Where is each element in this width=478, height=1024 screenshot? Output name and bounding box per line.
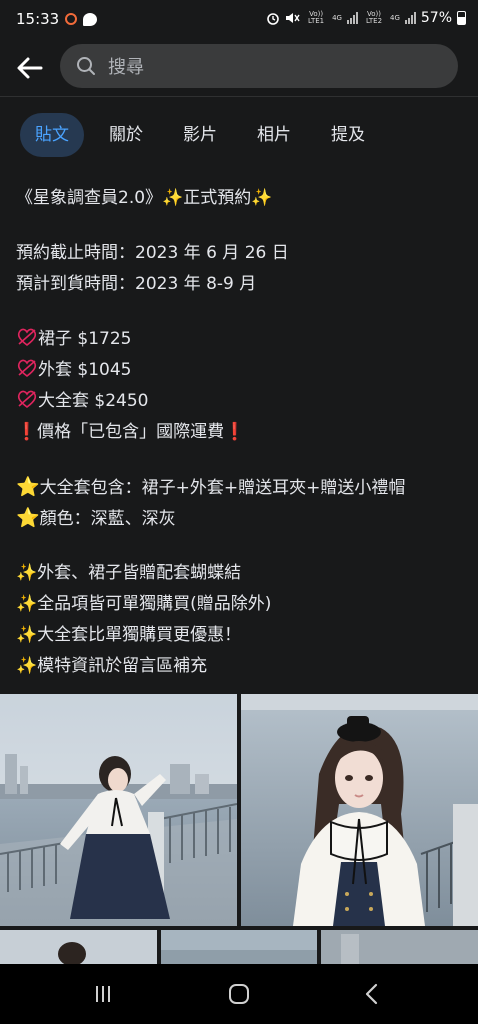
price-full-set: 大全套 $2450	[38, 391, 149, 411]
photo-thumbnail-image	[161, 930, 317, 964]
sparkles-icon: ✨	[162, 188, 184, 208]
shipping-line: ❗價格「已包含」國際運費❗	[16, 417, 468, 448]
colors-line: ⭐顏色：深藍、深灰	[16, 503, 468, 534]
post-photo-grid	[0, 694, 478, 964]
shipping-note: 價格「已包含」國際運費	[37, 422, 225, 442]
tab-posts[interactable]: 貼文	[20, 113, 84, 157]
back-button[interactable]	[14, 52, 46, 84]
arrival-text: 預計到貨時間：2023 年 8-9 月	[16, 274, 257, 294]
search-placeholder: 搜尋	[108, 57, 144, 78]
star-icon: ⭐	[16, 507, 40, 529]
alarm-icon	[267, 13, 279, 25]
price-line: 裙子 $1725	[16, 324, 468, 355]
arrow-left-icon	[17, 57, 43, 79]
search-icon	[77, 57, 95, 75]
note-text: 外套、裙子皆贈配套蝴蝶結	[37, 563, 242, 583]
note-line: ✨大全套比單獨購買更優惠！	[16, 620, 468, 651]
no-symbol-icon	[17, 328, 37, 347]
price-line: 大全套 $2450	[16, 386, 468, 417]
post-title: 《星象調查員2.0》	[16, 188, 163, 208]
note-line: ✨模特資訊於留言區補充	[16, 651, 468, 682]
post-title-line: 《星象調查員2.0》✨正式預約✨	[16, 183, 468, 214]
model-portrait-image	[241, 694, 478, 926]
red-exclamation-icon: ❗	[224, 422, 246, 442]
signal-2-icon	[404, 12, 416, 24]
post-photo[interactable]	[321, 930, 478, 964]
note-text: 全品項皆可單獨購買(贈品除外)	[37, 594, 272, 614]
home-icon	[229, 984, 249, 1004]
sparkles-icon: ✨	[16, 594, 38, 614]
set-contents-line: ⭐大全套包含：裙子+外套+贈送耳夾+贈送小禮帽	[16, 472, 468, 503]
chat-bubble-icon	[83, 12, 98, 26]
set-contents: 大全套包含：裙子+外套+贈送耳夾+贈送小禮帽	[39, 478, 406, 498]
sparkles-icon: ✨	[16, 625, 38, 645]
post-body: 《星象調查員2.0》✨正式預約✨ 預約截止時間：2023 年 6 月 26 日 …	[16, 183, 468, 682]
model-photo-image	[0, 694, 237, 926]
post-photo[interactable]	[241, 694, 478, 926]
deadline-text: 預約截止時間：2023 年 6 月 26 日	[16, 243, 289, 263]
sim1-label: Vo)) LTE1	[308, 10, 325, 25]
mute-icon	[286, 13, 300, 23]
no-symbol-icon	[17, 359, 37, 378]
note-line: ✨外套、裙子皆贈配套蝴蝶結	[16, 558, 468, 589]
back-nav-button[interactable]	[352, 980, 392, 1008]
network-type-2: 4G	[389, 13, 400, 22]
home-button[interactable]	[219, 980, 259, 1008]
signal-1-icon	[346, 12, 358, 24]
recent-apps-button[interactable]	[83, 980, 123, 1008]
battery-percent: 57%	[420, 10, 452, 26]
photo-thumbnail-image	[0, 930, 157, 964]
post-photo[interactable]	[0, 930, 157, 964]
battery-icon	[457, 11, 466, 25]
header-divider	[0, 96, 478, 97]
star-icon: ⭐	[16, 476, 40, 498]
sparkles-icon: ✨	[251, 188, 273, 208]
photo-thumbnail-image	[321, 930, 478, 964]
record-icon	[65, 13, 78, 25]
red-exclamation-icon: ❗	[16, 422, 38, 442]
status-bar: 15:33 Vo)) LTE1 4G Vo)) LTE2 4G 57%	[0, 0, 478, 40]
sim2-label: Vo)) LTE2	[365, 10, 383, 25]
tab-videos[interactable]: 影片	[168, 113, 232, 157]
price-jacket: 外套 $1045	[38, 360, 132, 380]
top-bar: 搜尋	[0, 40, 478, 96]
sparkles-icon: ✨	[16, 656, 38, 676]
post-photo[interactable]	[0, 694, 237, 926]
note-text: 大全套比單獨購買更優惠！	[37, 625, 242, 645]
chevron-left-icon	[365, 983, 378, 1005]
recent-apps-icon	[96, 986, 110, 1002]
tab-mentions[interactable]: 提及	[316, 113, 380, 157]
search-input[interactable]: 搜尋	[60, 44, 458, 88]
sparkles-icon: ✨	[16, 563, 38, 583]
profile-tabs: 貼文 關於 影片 相片 提及	[20, 112, 390, 158]
system-nav-bar	[0, 964, 478, 1024]
price-skirt: 裙子 $1725	[38, 329, 132, 349]
post-title-suffix: 正式預約	[183, 188, 252, 208]
post-photo[interactable]	[161, 930, 317, 964]
network-type-1: 4G	[332, 13, 342, 22]
price-line: 外套 $1045	[16, 355, 468, 386]
no-symbol-icon	[17, 390, 37, 409]
tab-about[interactable]: 關於	[94, 113, 158, 157]
tab-photos[interactable]: 相片	[242, 113, 306, 157]
note-line: ✨全品項皆可單獨購買(贈品除外)	[16, 589, 468, 620]
note-text: 模特資訊於留言區補充	[37, 656, 208, 676]
colors-text: 顏色：深藍、深灰	[39, 509, 176, 529]
status-time: 15:33	[16, 10, 60, 28]
